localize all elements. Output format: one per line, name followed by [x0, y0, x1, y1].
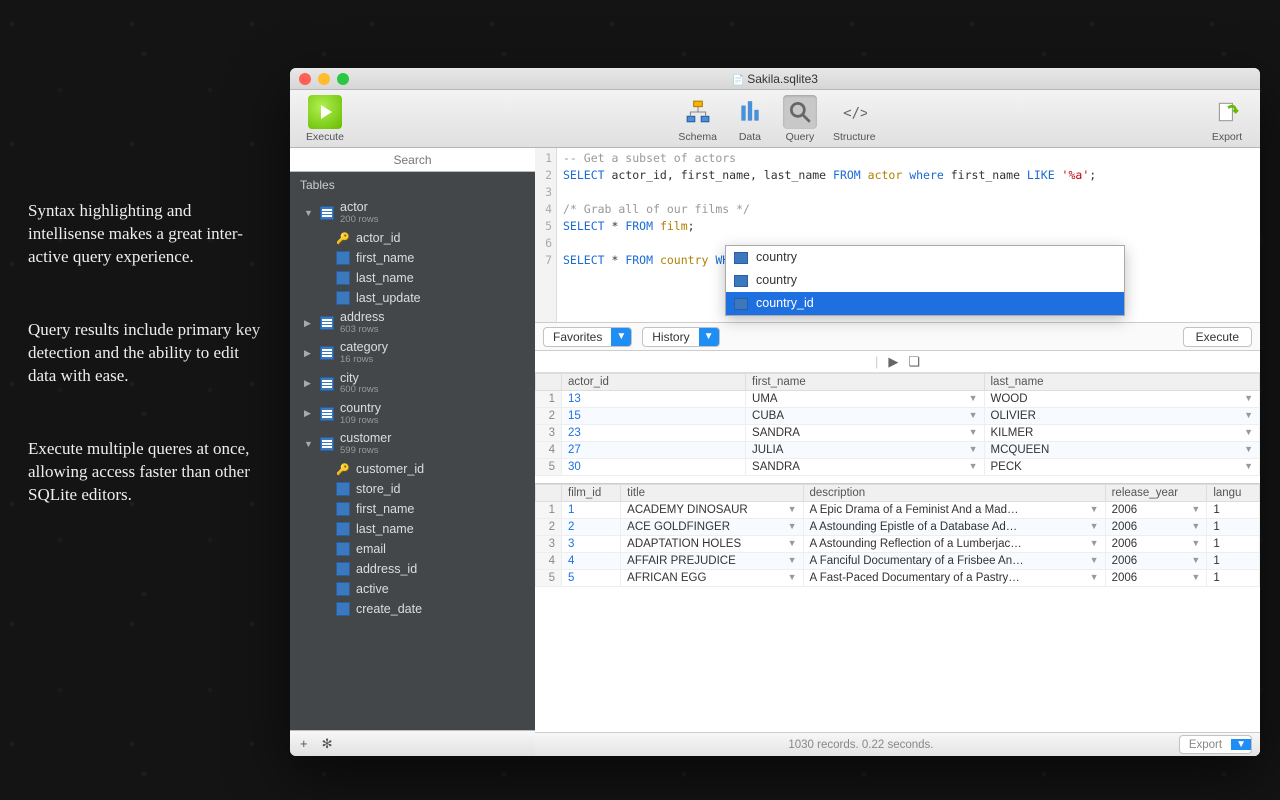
marketing-p2: Query results include primary key detect…	[28, 319, 268, 388]
history-dropdown[interactable]: History▼	[642, 327, 719, 347]
tables-tree[interactable]: ▼actor200 rowsactor_idfirst_namelast_nam…	[290, 198, 535, 730]
line-gutter: 1234567	[535, 148, 557, 322]
export-icon	[1210, 95, 1244, 129]
column-header[interactable]: last_name	[984, 374, 1260, 391]
titlebar[interactable]: Sakila.sqlite3	[290, 68, 1260, 90]
table-row[interactable]: 113UMA▼WOOD▼	[536, 391, 1260, 408]
sidebar: Tables ▼actor200 rowsactor_idfirst_namel…	[290, 148, 535, 756]
schema-button[interactable]: Schema	[670, 95, 725, 143]
gear-icon[interactable]: ✻	[322, 736, 333, 752]
autocomplete-item[interactable]: country	[726, 269, 1124, 292]
table-node[interactable]: ▼customer599 rows	[290, 429, 535, 459]
card-view-icon[interactable]: ▶	[888, 354, 898, 370]
table-node[interactable]: ▶country109 rows	[290, 399, 535, 429]
table-row[interactable]: 33ADAPTATION HOLES▼A Astounding Reflecti…	[536, 536, 1260, 553]
results-table-1: actor_idfirst_namelast_name113UMA▼WOOD▼2…	[535, 373, 1260, 476]
column-node[interactable]: last_update	[290, 288, 535, 308]
table-row[interactable]: 22ACE GOLDFINGER▼A Astounding Epistle of…	[536, 519, 1260, 536]
autocomplete-item[interactable]: country_id	[726, 292, 1124, 315]
column-node[interactable]: first_name	[290, 499, 535, 519]
results-table-2: film_idtitledescriptionrelease_yearlangu…	[535, 484, 1260, 587]
column-node[interactable]: first_name	[290, 248, 535, 268]
column-header[interactable]: title	[621, 485, 803, 502]
column-header[interactable]: film_id	[562, 485, 621, 502]
add-button[interactable]: +	[300, 736, 308, 751]
column-node[interactable]: customer_id	[290, 459, 535, 479]
toolbar: Execute Schema Data Query </> Structure …	[290, 90, 1260, 148]
column-header[interactable]: first_name	[746, 374, 984, 391]
column-header[interactable]: actor_id	[562, 374, 746, 391]
table-row[interactable]: 44AFFAIR PREJUDICE▼A Fanciful Documentar…	[536, 553, 1260, 570]
status-text: 1030 records. 0.22 seconds.	[543, 739, 1179, 751]
column-header[interactable]: description	[803, 485, 1105, 502]
query-icon	[783, 95, 817, 129]
execute-query-button[interactable]: Execute	[1183, 327, 1252, 347]
column-node[interactable]: actor_id	[290, 228, 535, 248]
chevron-down-icon: ▼	[699, 327, 719, 347]
play-icon	[308, 95, 342, 129]
table-row[interactable]: 11ACADEMY DINOSAUR▼A Epic Drama of a Fem…	[536, 502, 1260, 519]
column-header[interactable]: langu	[1207, 485, 1260, 502]
chevron-down-icon: ▼	[1231, 739, 1251, 750]
column-node[interactable]: last_name	[290, 268, 535, 288]
sql-editor[interactable]: 1234567 -- Get a subset of actors SELECT…	[535, 148, 1260, 323]
result-toolbar: | ▶ ❏	[535, 351, 1260, 373]
grid-view-icon[interactable]: ❏	[908, 354, 920, 370]
window-title: Sakila.sqlite3	[290, 72, 1260, 86]
data-button[interactable]: Data	[725, 95, 775, 143]
table-node[interactable]: ▶city600 rows	[290, 369, 535, 399]
minimize-icon[interactable]	[318, 73, 330, 85]
status-bar: 1030 records. 0.22 seconds. Export▼	[535, 732, 1260, 756]
column-node[interactable]: email	[290, 539, 535, 559]
export-button[interactable]: Export	[1202, 95, 1252, 143]
execute-button[interactable]: Execute	[298, 95, 352, 143]
close-icon[interactable]	[299, 73, 311, 85]
table-row[interactable]: 215CUBA▼OLIVIER▼	[536, 408, 1260, 425]
column-node[interactable]: active	[290, 579, 535, 599]
schema-icon	[681, 95, 715, 129]
results-area[interactable]: actor_idfirst_namelast_name113UMA▼WOOD▼2…	[535, 373, 1260, 732]
execute-label: Execute	[306, 131, 344, 143]
column-node[interactable]: store_id	[290, 479, 535, 499]
search-input[interactable]	[296, 153, 529, 167]
table-node[interactable]: ▶category16 rows	[290, 338, 535, 368]
sidebar-footer: + ✻	[290, 730, 535, 756]
table-row[interactable]: 530SANDRA▼PECK▼	[536, 459, 1260, 476]
tree-header: Tables	[290, 172, 535, 198]
table-row[interactable]: 55AFRICAN EGG▼A Fast-Paced Documentary o…	[536, 570, 1260, 587]
marketing-copy: Syntax highlighting and intellisense mak…	[28, 200, 268, 556]
table-node[interactable]: ▶address603 rows	[290, 308, 535, 338]
favorites-dropdown[interactable]: Favorites▼	[543, 327, 632, 347]
column-node[interactable]: last_name	[290, 519, 535, 539]
column-node[interactable]: address_id	[290, 559, 535, 579]
autocomplete-item[interactable]: country	[726, 246, 1124, 269]
export-results-button[interactable]: Export▼	[1179, 735, 1252, 754]
svg-text:</>: </>	[843, 105, 867, 121]
app-window: Sakila.sqlite3 Execute Schema Data Query…	[290, 68, 1260, 756]
table-row[interactable]: 427JULIA▼MCQUEEN▼	[536, 442, 1260, 459]
query-button[interactable]: Query	[775, 95, 825, 143]
column-header[interactable]: release_year	[1105, 485, 1207, 502]
column-node[interactable]: create_date	[290, 599, 535, 619]
table-node[interactable]: ▼actor200 rows	[290, 198, 535, 228]
query-toolbar: Favorites▼ History▼ Execute	[535, 323, 1260, 351]
zoom-icon[interactable]	[337, 73, 349, 85]
structure-button[interactable]: </> Structure	[825, 95, 884, 143]
table-row[interactable]: 323SANDRA▼KILMER▼	[536, 425, 1260, 442]
structure-icon: </>	[837, 95, 871, 129]
main-panel: 1234567 -- Get a subset of actors SELECT…	[535, 148, 1260, 756]
data-icon	[733, 95, 767, 129]
marketing-p1: Syntax highlighting and intellisense mak…	[28, 200, 268, 269]
autocomplete-popup[interactable]: countrycountrycountry_id	[725, 245, 1125, 316]
chevron-down-icon: ▼	[611, 327, 631, 347]
marketing-p3: Execute multiple queres at once, allowin…	[28, 438, 268, 507]
